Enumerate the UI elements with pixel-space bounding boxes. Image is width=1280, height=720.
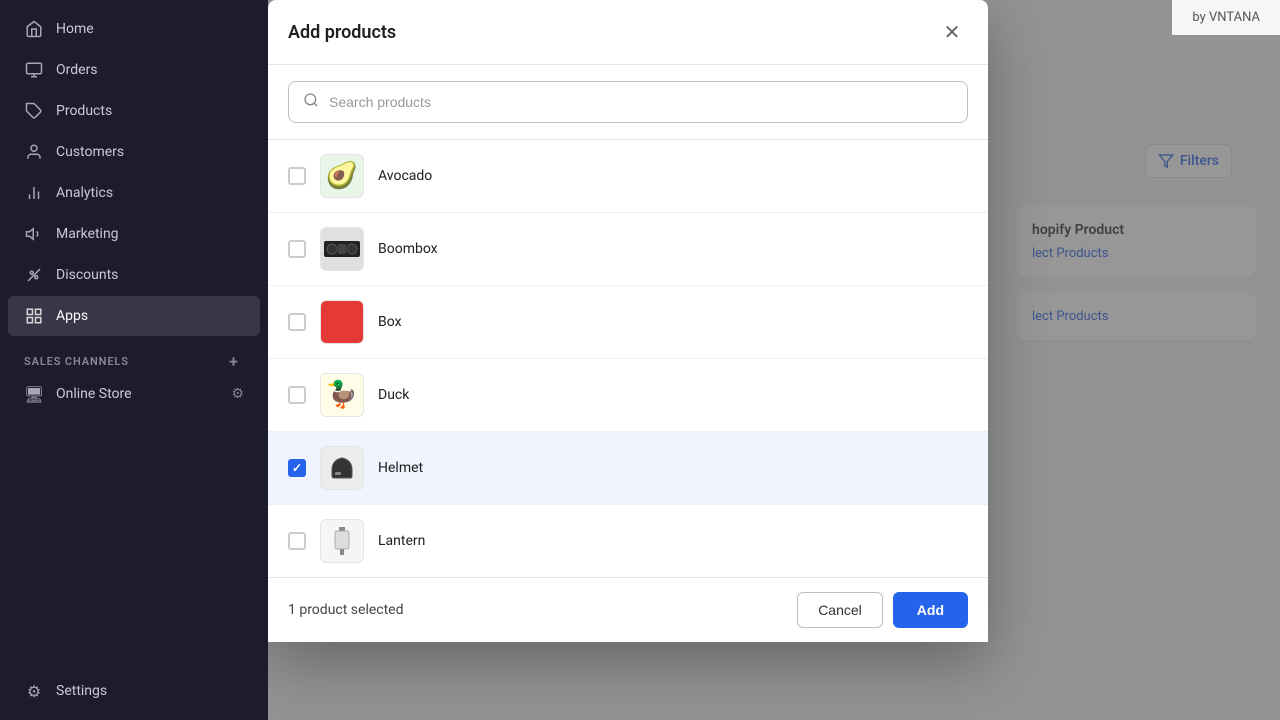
sidebar-item-discounts[interactable]: Discounts <box>8 255 260 295</box>
sidebar-item-customers[interactable]: Customers <box>8 132 260 172</box>
close-icon: ✕ <box>944 20 961 45</box>
product-name-lantern: Lantern <box>378 533 425 549</box>
product-thumb-helmet <box>320 446 364 490</box>
sidebar-item-home[interactable]: Home <box>8 9 260 49</box>
sidebar-item-label: Products <box>56 103 112 119</box>
product-name-boombox: Boombox <box>378 241 438 257</box>
product-item-lantern[interactable]: Lantern <box>268 505 988 577</box>
product-name-duck: Duck <box>378 387 409 403</box>
product-thumb-box <box>320 300 364 344</box>
sales-channels-label: SALES CHANNELS <box>24 355 129 368</box>
search-container <box>268 65 988 140</box>
product-thumb-duck: 🦆 <box>320 373 364 417</box>
analytics-icon <box>24 183 44 203</box>
settings-label: Settings <box>56 683 107 699</box>
sidebar-item-label: Apps <box>56 308 88 324</box>
sidebar-nav: Home Orders Products Customers Analytics… <box>0 0 268 720</box>
add-sales-channel-button[interactable]: + <box>224 351 244 371</box>
selected-count-text: 1 product selected <box>288 602 404 618</box>
customers-icon <box>24 142 44 162</box>
search-icon <box>303 92 319 112</box>
product-item-box[interactable]: Box <box>268 286 988 359</box>
product-item-duck[interactable]: 🦆 Duck <box>268 359 988 432</box>
product-thumb-avocado: 🥑 <box>320 154 364 198</box>
search-input[interactable] <box>329 94 953 110</box>
close-modal-button[interactable]: ✕ <box>936 16 968 48</box>
add-products-modal: Add products ✕ <box>268 0 988 642</box>
product-item-boombox[interactable]: Boombox <box>268 213 988 286</box>
products-icon <box>24 101 44 121</box>
product-checkbox-duck[interactable] <box>288 386 306 404</box>
product-checkbox-avocado[interactable] <box>288 167 306 185</box>
product-checkbox-helmet[interactable] <box>288 459 306 477</box>
product-item-avocado[interactable]: 🥑 Avocado <box>268 140 988 213</box>
product-thumb-boombox <box>320 227 364 271</box>
online-store-settings-icon[interactable]: ⚙ <box>231 386 244 402</box>
settings-icon: ⚙ <box>24 681 44 701</box>
search-input-wrap <box>288 81 968 123</box>
online-store-label: Online Store <box>56 386 132 402</box>
product-checkbox-lantern[interactable] <box>288 532 306 550</box>
sidebar-item-label: Customers <box>56 144 124 160</box>
sidebar-item-analytics[interactable]: Analytics <box>8 173 260 213</box>
topbar-right: by VNTANA <box>1172 0 1280 35</box>
sidebar-item-label: Analytics <box>56 185 113 201</box>
sidebar-item-products[interactable]: Products <box>8 91 260 131</box>
add-button[interactable]: Add <box>893 592 968 628</box>
sidebar-item-label: Orders <box>56 62 98 78</box>
cancel-button[interactable]: Cancel <box>797 592 883 628</box>
product-name-helmet: Helmet <box>378 460 423 476</box>
online-store-item[interactable]: 🖥 Online Store ⚙ <box>8 376 260 412</box>
online-store-icon: 🖥 <box>24 384 44 404</box>
modal-header: Add products ✕ <box>268 0 988 65</box>
product-thumb-lantern <box>320 519 364 563</box>
main-area: by VNTANA lease make sure it has been nv… <box>268 0 1280 720</box>
sidebar-item-orders[interactable]: Orders <box>8 50 260 90</box>
product-list: 🥑 Avocado Boombox Box 🦆 Duck Helmet Lant… <box>268 140 988 577</box>
sidebar: Home Orders Products Customers Analytics… <box>0 0 268 720</box>
modal-title: Add products <box>288 22 396 43</box>
modal-overlay: Add products ✕ <box>268 0 1280 720</box>
sales-channels-header: SALES CHANNELS + <box>8 341 260 375</box>
settings-item[interactable]: ⚙ Settings <box>8 671 260 711</box>
marketing-icon <box>24 224 44 244</box>
product-checkbox-boombox[interactable] <box>288 240 306 258</box>
orders-icon <box>24 60 44 80</box>
sidebar-item-label: Home <box>56 21 94 37</box>
apps-icon <box>24 306 44 326</box>
sidebar-item-label: Discounts <box>56 267 118 283</box>
home-icon <box>24 19 44 39</box>
product-name-box: Box <box>378 314 402 330</box>
sidebar-item-marketing[interactable]: Marketing <box>8 214 260 254</box>
sidebar-item-apps[interactable]: Apps <box>8 296 260 336</box>
by-vntana-text: by VNTANA <box>1192 10 1260 25</box>
sidebar-item-label: Marketing <box>56 226 119 242</box>
product-name-avocado: Avocado <box>378 168 432 184</box>
footer-actions: Cancel Add <box>797 592 968 628</box>
modal-footer: 1 product selected Cancel Add <box>268 577 988 642</box>
product-checkbox-box[interactable] <box>288 313 306 331</box>
product-item-helmet[interactable]: Helmet <box>268 432 988 505</box>
discounts-icon <box>24 265 44 285</box>
